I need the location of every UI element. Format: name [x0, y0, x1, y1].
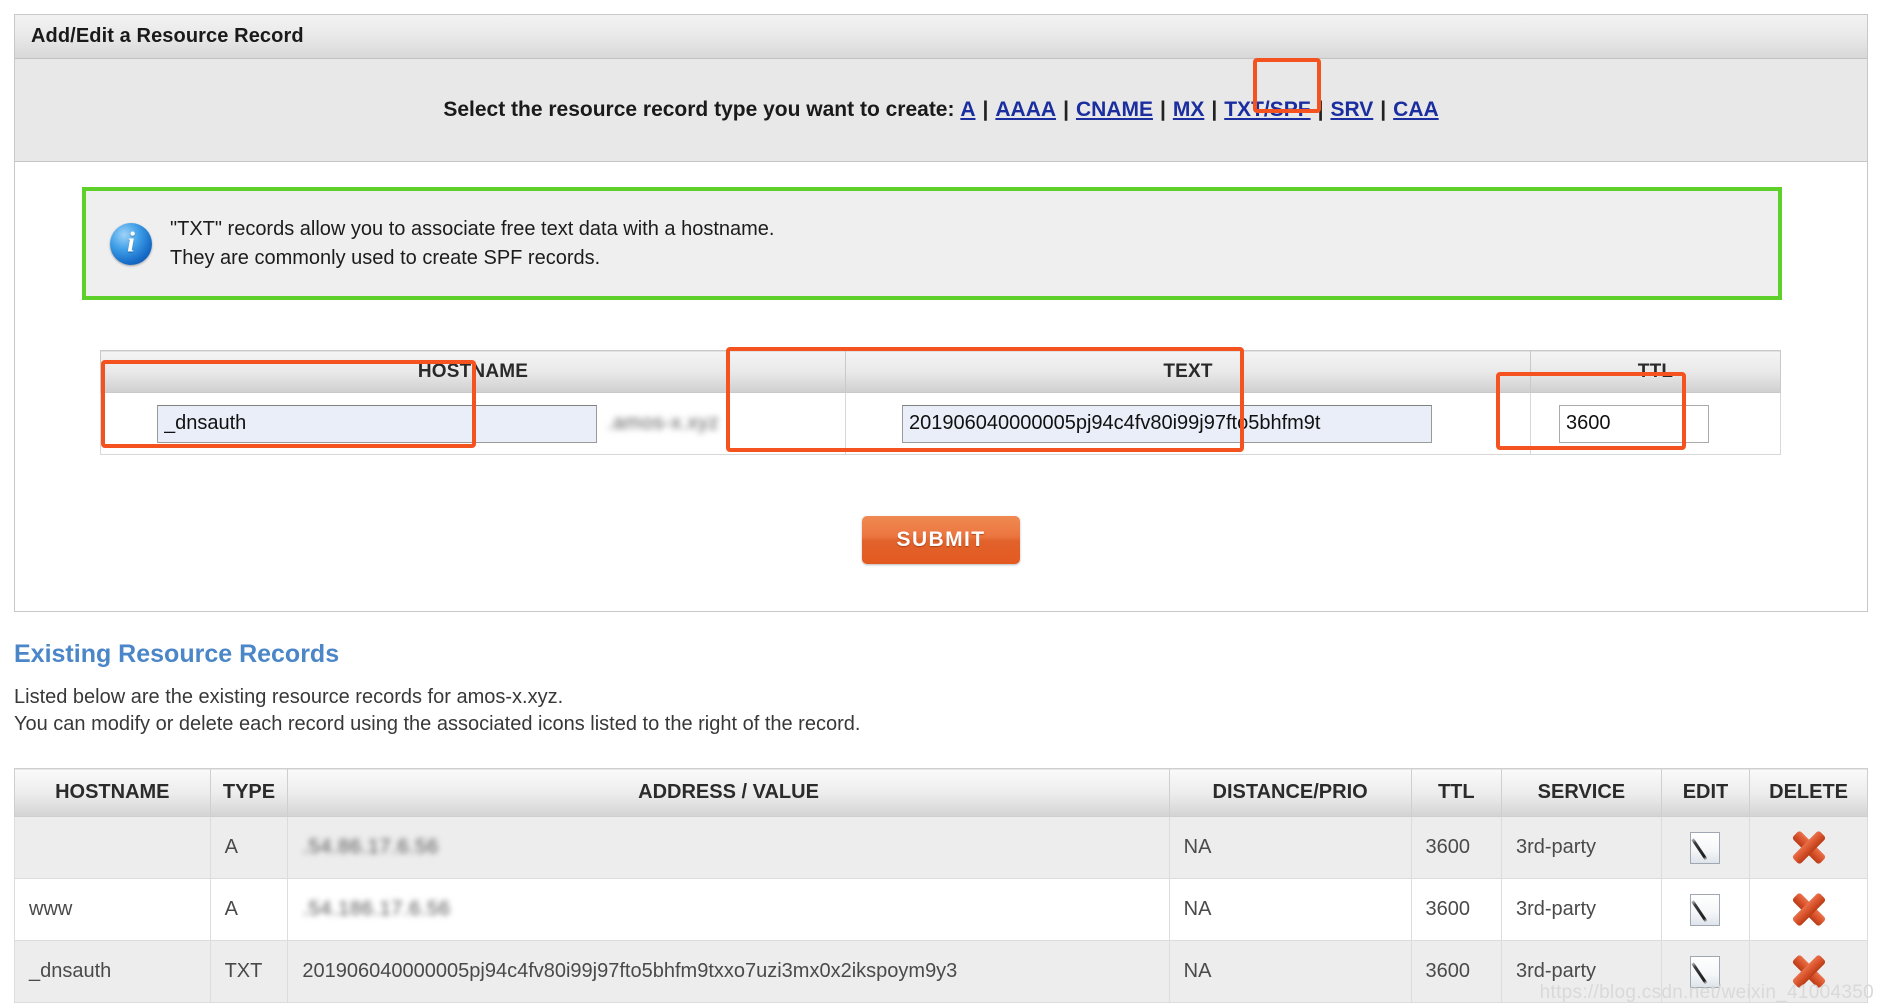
info-line-2: They are commonly used to create SPF rec… [170, 246, 601, 269]
cell-edit[interactable] [1660, 878, 1751, 941]
submit-button[interactable]: SUBMIT [862, 516, 1020, 564]
column-header-address-value: ADDRESS / VALUE [287, 768, 1170, 817]
column-header-edit: EDIT [1660, 768, 1751, 817]
address-value-text: .54.86.17.6.56 [302, 836, 439, 858]
edit-pencil-icon[interactable] [1690, 893, 1721, 926]
edit-pencil-icon[interactable] [1690, 831, 1721, 864]
record-type-prompt: Select the resource record type you want… [443, 98, 955, 121]
table-row: www A .54.186.17.6.56 NA 3600 3rd-party [14, 878, 1868, 941]
record-type-link-txt-spf[interactable]: TXT/SPF [1224, 98, 1310, 122]
cell-ttl: 3600 [1410, 816, 1502, 879]
record-type-link-a[interactable]: A [960, 98, 975, 122]
column-header-distance-prio: DISTANCE/PRIO [1168, 768, 1412, 817]
cell-service: 3rd-party [1500, 816, 1662, 879]
existing-records-description: Listed below are the existing resource r… [14, 684, 860, 738]
info-box-text: "TXT" records allow you to associate fre… [170, 215, 774, 272]
cell-distance-prio: NA [1168, 878, 1412, 941]
add-record-form-table: HOSTNAME TEXT TTL .amos-x.xyz [100, 350, 1781, 455]
form-header-text: TEXT [845, 350, 1531, 393]
address-value-text: .54.186.17.6.56 [302, 898, 451, 920]
cell-service: 3rd-party [1500, 878, 1662, 941]
cell-address-value: .54.86.17.6.56 [287, 816, 1170, 879]
record-type-separator: | [982, 98, 989, 121]
cell-delete[interactable] [1749, 816, 1868, 879]
cell-type: A [209, 816, 289, 879]
ttl-cell [1530, 392, 1781, 455]
delete-x-icon[interactable] [1792, 893, 1826, 927]
cell-ttl: 3600 [1410, 878, 1502, 941]
cell-distance-prio: NA [1168, 940, 1412, 1003]
record-type-link-mx[interactable]: MX [1173, 98, 1205, 122]
column-header-hostname: HOSTNAME [14, 768, 211, 817]
cell-hostname: _dnsauth [14, 940, 211, 1003]
record-type-separator: | [1159, 98, 1166, 121]
hostname-input[interactable] [157, 404, 597, 443]
existing-desc-line-1: Listed below are the existing resource r… [14, 686, 564, 708]
existing-records-table: HOSTNAME TYPE ADDRESS / VALUE DISTANCE/PRIO… [14, 768, 1868, 1003]
record-type-selector: Select the resource record type you want… [443, 98, 1438, 122]
hostname-domain-suffix: .amos-x.xyz [607, 412, 720, 434]
address-value-text: 201906040000005pj94c4fv80i99j97fto5bhfm9… [302, 960, 958, 982]
form-header-ttl: TTL [1530, 350, 1781, 393]
text-cell [845, 392, 1531, 455]
cell-type: TXT [209, 940, 289, 1003]
record-type-link-caa[interactable]: CAA [1393, 98, 1439, 122]
table-body: A .54.86.17.6.56 NA 3600 3rd-party www A .54.18… [14, 816, 1868, 1003]
record-type-separator: | [1317, 98, 1324, 121]
watermark: https://blog.csdn.net/weixin_41004350 [1539, 982, 1874, 1003]
column-header-ttl: TTL [1410, 768, 1502, 817]
info-icon [110, 222, 152, 265]
cell-ttl: 3600 [1410, 940, 1502, 1003]
record-type-link-aaaa[interactable]: AAAA [995, 98, 1056, 122]
cell-type: A [209, 878, 289, 941]
cell-address-value: .54.186.17.6.56 [287, 878, 1170, 941]
form-header-row: HOSTNAME TEXT TTL [100, 350, 1781, 393]
record-type-link-srv[interactable]: SRV [1330, 98, 1373, 122]
existing-records-title: Existing Resource Records [14, 640, 340, 668]
text-value-input[interactable] [902, 404, 1432, 443]
table-row: A .54.86.17.6.56 NA 3600 3rd-party [14, 816, 1868, 879]
cell-distance-prio: NA [1168, 816, 1412, 879]
submit-button-row: SUBMIT [0, 516, 1882, 564]
cell-delete[interactable] [1749, 878, 1868, 941]
column-header-service: SERVICE [1500, 768, 1662, 817]
info-line-1: "TXT" records allow you to associate fre… [170, 218, 775, 241]
hostname-cell: .amos-x.xyz [100, 392, 846, 455]
txt-record-info-box: "TXT" records allow you to associate fre… [82, 187, 1782, 300]
record-type-separator: | [1063, 98, 1069, 121]
table-header-row: HOSTNAME TYPE ADDRESS / VALUE DISTANCE/PRIO… [14, 768, 1868, 817]
existing-desc-line-2: You can modify or delete each record usi… [14, 713, 861, 735]
record-type-selector-bar: Select the resource record type you want… [15, 59, 1867, 162]
cell-address-value: 201906040000005pj94c4fv80i99j97fto5bhfm9… [287, 940, 1170, 1003]
cell-hostname [14, 816, 211, 879]
page-title: Add/Edit a Resource Record [31, 25, 304, 47]
record-type-links[interactable]: A | AAAA | CNAME | MX | TXT/SPF | SRV | CAA [960, 98, 1438, 121]
column-header-type: TYPE [209, 768, 289, 817]
column-header-delete: DELETE [1749, 768, 1868, 817]
record-type-separator: | [1380, 98, 1387, 121]
record-type-separator: | [1211, 98, 1218, 121]
form-header-hostname: HOSTNAME [100, 350, 846, 393]
panel-header: Add/Edit a Resource Record [15, 15, 1867, 59]
cell-hostname: www [14, 878, 211, 941]
cell-edit[interactable] [1660, 816, 1751, 879]
record-type-link-cname[interactable]: CNAME [1076, 98, 1153, 122]
ttl-input[interactable] [1559, 404, 1709, 443]
delete-x-icon[interactable] [1792, 831, 1826, 865]
form-input-row: .amos-x.xyz [100, 392, 1781, 455]
